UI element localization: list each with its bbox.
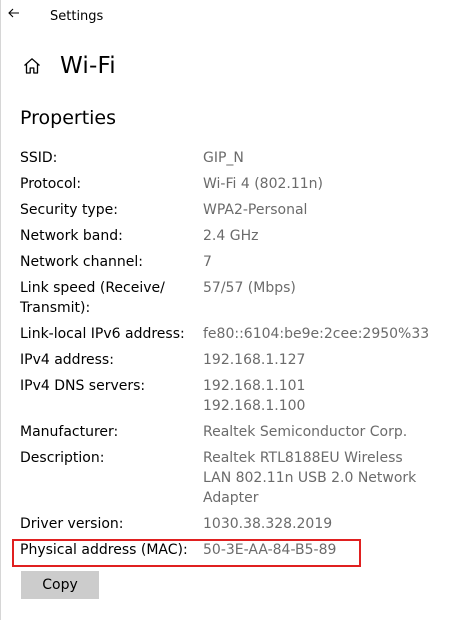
back-arrow-icon bbox=[8, 8, 19, 18]
property-value-line: 192.168.1.101 bbox=[203, 378, 306, 394]
section-title: Properties bbox=[20, 107, 117, 129]
property-label: Protocol: bbox=[20, 176, 82, 192]
property-row: Security type: WPA2-Personal bbox=[20, 200, 460, 220]
property-row: Description: Realtek RTL8188EU Wireless LA… bbox=[20, 448, 460, 508]
property-value-line: WPA2-Personal bbox=[203, 202, 308, 218]
property-row: Manufacturer: Realtek Semiconductor Corp. bbox=[20, 422, 460, 442]
property-value-line: GIP_N bbox=[203, 150, 244, 166]
page-title: Wi-Fi bbox=[60, 53, 116, 79]
property-label: Link speed (Receive/Transmit): bbox=[20, 278, 203, 318]
property-label: Description: bbox=[20, 450, 105, 466]
property-value-line: fe80::6104:be9e:2cee:2950%33 bbox=[203, 326, 430, 342]
property-value: WPA2-Personal bbox=[203, 200, 460, 220]
property-row: IPv4 DNS servers: 192.168.1.101 192.168.1.… bbox=[20, 376, 460, 416]
property-value-line: 192.168.1.127 bbox=[203, 352, 306, 368]
property-value: 50-3E-AA-84-B5-89 bbox=[203, 540, 460, 560]
property-value-line: 7 bbox=[203, 254, 212, 270]
property-row: Driver version: 1030.38.328.2019 bbox=[20, 514, 460, 534]
property-value-line: 2.4 GHz bbox=[203, 228, 259, 244]
property-label: Driver version: bbox=[20, 516, 124, 532]
property-label: IPv4 DNS servers: bbox=[20, 378, 146, 394]
property-label: Physical address (MAC): bbox=[20, 542, 188, 558]
property-value-line: 57/57 (Mbps) bbox=[203, 280, 296, 296]
property-value: fe80::6104:be9e:2cee:2950%33 bbox=[203, 324, 460, 344]
property-label-line: Link speed (Receive/ bbox=[20, 280, 165, 296]
property-value: Realtek RTL8188EU Wireless LAN 802.11n US… bbox=[203, 448, 460, 508]
property-row: Protocol: Wi-Fi 4 (802.11n) bbox=[20, 174, 460, 194]
back-button[interactable] bbox=[2, 2, 26, 24]
property-value: 192.168.1.127 bbox=[203, 350, 460, 370]
home-button[interactable] bbox=[20, 54, 44, 78]
property-label-line: Transmit): bbox=[20, 300, 91, 316]
property-value-line: 1030.38.328.2019 bbox=[203, 516, 333, 532]
properties-list: SSID: GIP_N Protocol: Wi-Fi 4 (802.11n) Secu… bbox=[20, 148, 460, 566]
property-label: Manufacturer: bbox=[20, 424, 119, 440]
property-value-line: Realtek Semiconductor Corp. bbox=[203, 424, 408, 440]
window-left-border bbox=[0, 0, 1, 620]
property-value-line: LAN 802.11n USB 2.0 Network bbox=[203, 470, 417, 486]
property-row: IPv4 address: 192.168.1.127 bbox=[20, 350, 460, 370]
property-value-line: Wi-Fi 4 (802.11n) bbox=[203, 176, 323, 192]
property-row: Link speed (Receive/Transmit): 57/57 (Mbp… bbox=[20, 278, 460, 318]
property-value-line: 192.168.1.100 bbox=[203, 398, 306, 414]
property-value: 192.168.1.101 192.168.1.100 bbox=[203, 376, 460, 416]
property-row: Physical address (MAC): 50-3E-AA-84-B5-89 bbox=[20, 540, 460, 560]
property-value: 1030.38.328.2019 bbox=[203, 514, 460, 534]
property-row: Link-local IPv6 address: fe80::6104:be9e:… bbox=[20, 324, 460, 344]
property-label: Network channel: bbox=[20, 254, 144, 270]
property-label: Network band: bbox=[20, 228, 123, 244]
home-icon bbox=[24, 58, 40, 74]
property-value: 57/57 (Mbps) bbox=[203, 278, 460, 318]
property-label: IPv4 address: bbox=[20, 352, 114, 368]
property-row: Network channel: 7 bbox=[20, 252, 460, 272]
property-value-line: Adapter bbox=[203, 490, 259, 506]
property-label: Link-local IPv6 address: bbox=[20, 326, 185, 342]
property-value-line: 50-3E-AA-84-B5-89 bbox=[203, 542, 337, 558]
title-bar: Settings bbox=[0, 0, 474, 34]
property-row: SSID: GIP_N bbox=[20, 148, 460, 168]
page-header: Wi-Fi bbox=[20, 50, 116, 82]
property-value: Wi-Fi 4 (802.11n) bbox=[203, 174, 460, 194]
property-value: 7 bbox=[203, 252, 460, 272]
property-value: 2.4 GHz bbox=[203, 226, 460, 246]
property-row: Network band: 2.4 GHz bbox=[20, 226, 460, 246]
property-value-line: Realtek RTL8188EU Wireless bbox=[203, 450, 403, 466]
copy-button[interactable]: Copy bbox=[21, 571, 99, 599]
property-value: GIP_N bbox=[203, 148, 460, 168]
property-label: Security type: bbox=[20, 202, 118, 218]
property-label: SSID: bbox=[20, 150, 58, 166]
app-title: Settings bbox=[50, 9, 104, 24]
property-value: Realtek Semiconductor Corp. bbox=[203, 422, 460, 442]
